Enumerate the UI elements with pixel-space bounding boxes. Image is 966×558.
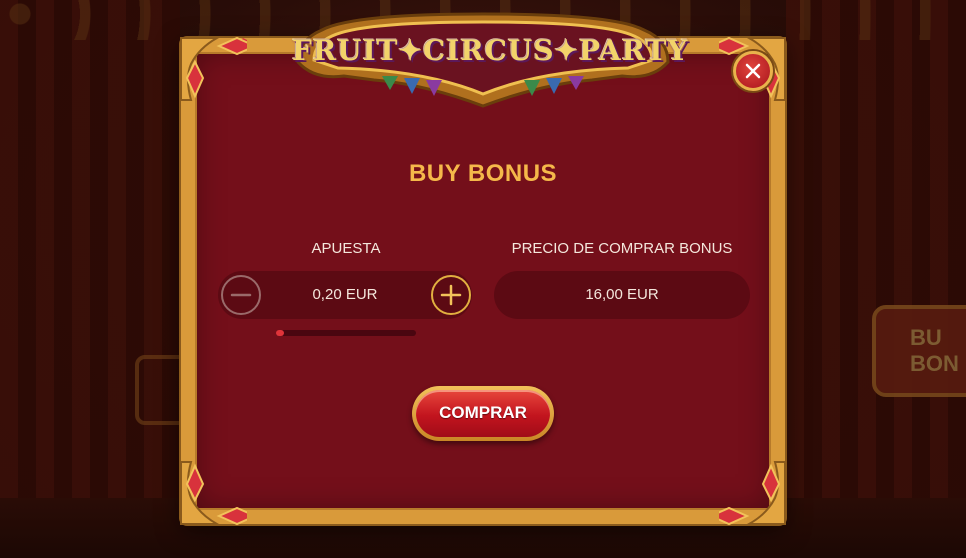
bet-level-slider[interactable] <box>276 330 416 336</box>
bet-selector: 0,20 EUR <box>218 271 472 319</box>
corner-ornament-bottom-left <box>180 461 247 526</box>
dialog-title: BUY BONUS <box>408 160 558 187</box>
game-logo-banner: FRUIT✦CIRCUS✦PARTY <box>292 10 689 108</box>
bet-level-fill <box>276 330 285 336</box>
increase-bet-button[interactable] <box>431 275 471 315</box>
bonus-price-label: PRECIO DE COMPRAR BONUS <box>511 240 733 257</box>
bonus-price-display: 16,00 EUR <box>494 271 750 319</box>
game-logo-text: FRUIT✦CIRCUS✦PARTY <box>292 34 689 67</box>
corner-ornament-bottom-right <box>719 461 786 526</box>
buy-button-label: COMPRAR <box>416 390 550 437</box>
background-curtain-right <box>786 0 966 558</box>
background-sign-line1: BU <box>910 325 942 350</box>
plus-icon <box>440 284 462 306</box>
background-curtain-left <box>0 0 180 558</box>
buy-button[interactable]: COMPRAR <box>412 386 554 441</box>
background-sign-line2: BON <box>910 351 959 376</box>
bet-label: APUESTA <box>311 240 381 257</box>
background-buy-bonus-sign: BU BON <box>872 305 966 397</box>
corner-ornament-top-left <box>180 36 247 101</box>
close-icon <box>745 63 761 79</box>
bonus-price-value: 16,00 EUR <box>585 286 659 303</box>
close-button[interactable] <box>733 51 773 91</box>
